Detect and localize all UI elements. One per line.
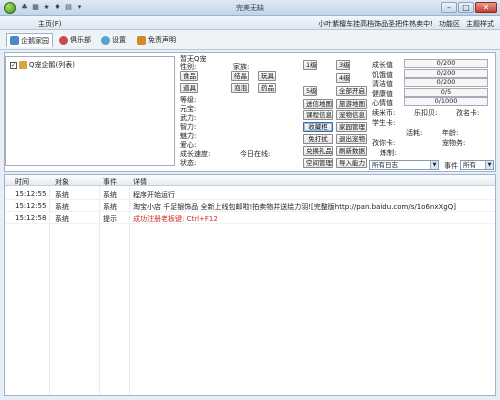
- table-row[interactable]: 15:12:55 系统 系统 程序开始运行: [5, 188, 495, 199]
- list-item-label: Q宠企鹅(列表): [29, 61, 75, 69]
- stat-progress-bar: 0/200: [404, 78, 488, 87]
- lebei-label: 乐扣贝:: [414, 109, 438, 117]
- family-mgmt-button[interactable]: 家园管理: [336, 122, 367, 132]
- stat-label: 成长值: [372, 61, 393, 69]
- table-row[interactable]: 15:12:58 系统 提示 成功注册老板键: Ctrl+F12: [5, 212, 495, 223]
- promo-link[interactable]: 小叶紫檀车挂高档饰品圣把件热卖中!: [318, 19, 433, 29]
- food-button[interactable]: 食品: [180, 71, 198, 81]
- stat-value: 0/200: [436, 78, 456, 86]
- family-list[interactable]: ✓ Q宠企鹅(列表): [5, 56, 175, 166]
- pet-affairs-label: 宠物务:: [442, 139, 466, 147]
- refresh-data-button[interactable]: 刷新数据: [336, 146, 367, 156]
- stat-value: 0/1000: [434, 97, 458, 105]
- stat-progress-bar: 0/5: [404, 87, 488, 97]
- level3-button[interactable]: 3级: [336, 60, 350, 70]
- shield-icon: [137, 35, 146, 45]
- stat-label: 心情值: [372, 99, 393, 107]
- toolbar: 企鹅家园 俱乐部 设置 免责声明: [0, 30, 500, 50]
- level5-button[interactable]: 5级: [303, 86, 317, 96]
- tab-label: 免责声明: [148, 36, 176, 44]
- log-table[interactable]: 时间 对象 事件 详情 15:12:55 系统 系统 程序开始运行 15:12:55 系统…: [4, 174, 496, 396]
- all-open-button[interactable]: 全部开启: [336, 86, 367, 96]
- menu-home[interactable]: 主页(F): [38, 19, 62, 29]
- maximize-button[interactable]: □: [458, 2, 474, 13]
- event-filter-select[interactable]: 所有 ▼: [460, 160, 494, 170]
- stat-value: 0/200: [436, 59, 456, 67]
- tab-label: 企鹅家园: [21, 36, 49, 45]
- column-header-event[interactable]: 事件: [103, 177, 117, 187]
- stat-progress-bar: 0/1000: [404, 97, 488, 106]
- stat-label: 清洁值: [372, 80, 393, 88]
- event-filter-value: 所有: [463, 161, 476, 169]
- student-card-label: 学生卡:: [372, 119, 396, 127]
- send-map-button[interactable]: 送信地图: [303, 99, 333, 109]
- column-header-object[interactable]: 对象: [55, 177, 69, 187]
- activity-label: 活耗:: [406, 129, 423, 137]
- bubble-button[interactable]: 泡泡: [231, 83, 249, 93]
- menu-theme[interactable]: 主题样式: [466, 19, 494, 29]
- stat-progress-bar: 0/200: [404, 59, 488, 68]
- penguin-icon: [19, 61, 27, 69]
- collect-box-button[interactable]: 收藏柜: [303, 122, 333, 132]
- qq-coin-label: 孜你卡:: [372, 139, 396, 147]
- minimize-button[interactable]: –: [441, 2, 457, 13]
- gear-icon: [101, 35, 110, 45]
- free-fight-button[interactable]: 免打扰: [303, 134, 333, 144]
- tab-penguin-home[interactable]: 企鹅家园: [6, 33, 53, 47]
- exchange-gift-button[interactable]: 兑换礼品: [303, 146, 333, 156]
- title-bar: ♣ ▦ ★ ♦ ▤ ▾ 完美无缺 – □ ✕: [0, 0, 500, 16]
- table-header: 时间 对象 事件 详情: [5, 175, 495, 186]
- crystal-button[interactable]: 结晶: [231, 71, 249, 81]
- status-label: 状态:: [180, 159, 197, 167]
- stat-value: 0/200: [436, 68, 456, 77]
- table-row[interactable]: 15:12:55 系统 系统 淘宝小店 千足银饰品 全新上线包邮啦!拍卖物并送绘力羽!…: [5, 200, 495, 211]
- column-header-time[interactable]: 时间: [15, 177, 29, 187]
- window-title: 完美无缺: [236, 4, 264, 12]
- cell-time: 15:12:55: [15, 202, 47, 210]
- level1-button[interactable]: 1级: [303, 60, 317, 70]
- home-icon: [10, 36, 19, 45]
- travel-map-button[interactable]: 旅游地图: [336, 99, 367, 109]
- quit-pet-button[interactable]: 退出宠物: [336, 134, 367, 144]
- tab-club[interactable]: 俱乐部: [56, 33, 94, 47]
- pet-info-button[interactable]: 宠物信息: [336, 110, 367, 120]
- column-header-detail[interactable]: 详情: [133, 177, 147, 187]
- tab-label: 设置: [112, 36, 126, 44]
- event-filter-label: 事件: [444, 162, 458, 170]
- cell-time: 15:12:58: [15, 214, 47, 222]
- stat-value: 0/5: [440, 87, 452, 96]
- toy-button[interactable]: 玩具: [258, 71, 276, 81]
- menu-function-area[interactable]: 功能区: [439, 19, 460, 29]
- props-button[interactable]: 道具: [180, 83, 198, 93]
- item-checkbox[interactable]: ✓: [10, 61, 17, 69]
- list-item[interactable]: ✓ Q宠企鹅(列表): [10, 60, 75, 70]
- close-button[interactable]: ✕: [475, 2, 497, 13]
- log-filter-select[interactable]: 所有日志 ▼: [369, 160, 439, 170]
- level4-button[interactable]: 4级: [336, 73, 350, 83]
- space-mgmt-button[interactable]: 空间管理: [303, 158, 333, 168]
- age-label: 年龄:: [442, 129, 459, 137]
- course-info-button[interactable]: 课程信息: [303, 110, 333, 120]
- stat-progress-bar: 0/200: [404, 68, 488, 78]
- qq-card-label: 孜名卡:: [456, 109, 480, 117]
- cell-time: 15:12:55: [15, 190, 47, 198]
- stat-label: 健康值: [372, 89, 393, 98]
- coins-label: 续米币:: [372, 109, 396, 117]
- tab-settings[interactable]: 设置: [98, 33, 129, 47]
- menu-bar: 主页(F) 小叶紫檀车挂高档饰品圣把件热卖中! 功能区 主题样式: [0, 16, 500, 30]
- make-label: 炼制:: [380, 149, 397, 157]
- tab-label: 俱乐部: [70, 36, 91, 44]
- chevron-down-icon: ▼: [485, 161, 493, 169]
- club-icon: [59, 35, 68, 45]
- medicine-button[interactable]: 药品: [258, 83, 276, 93]
- online-today-label: 今日在线:: [240, 150, 271, 158]
- log-filter-value: 所有日志: [372, 161, 398, 169]
- stat-label: 饥饿值: [372, 70, 393, 79]
- tab-disclaimer[interactable]: 免责声明: [134, 33, 179, 47]
- import-ability-button[interactable]: 导入能力: [336, 158, 367, 168]
- chevron-down-icon: ▼: [430, 161, 438, 169]
